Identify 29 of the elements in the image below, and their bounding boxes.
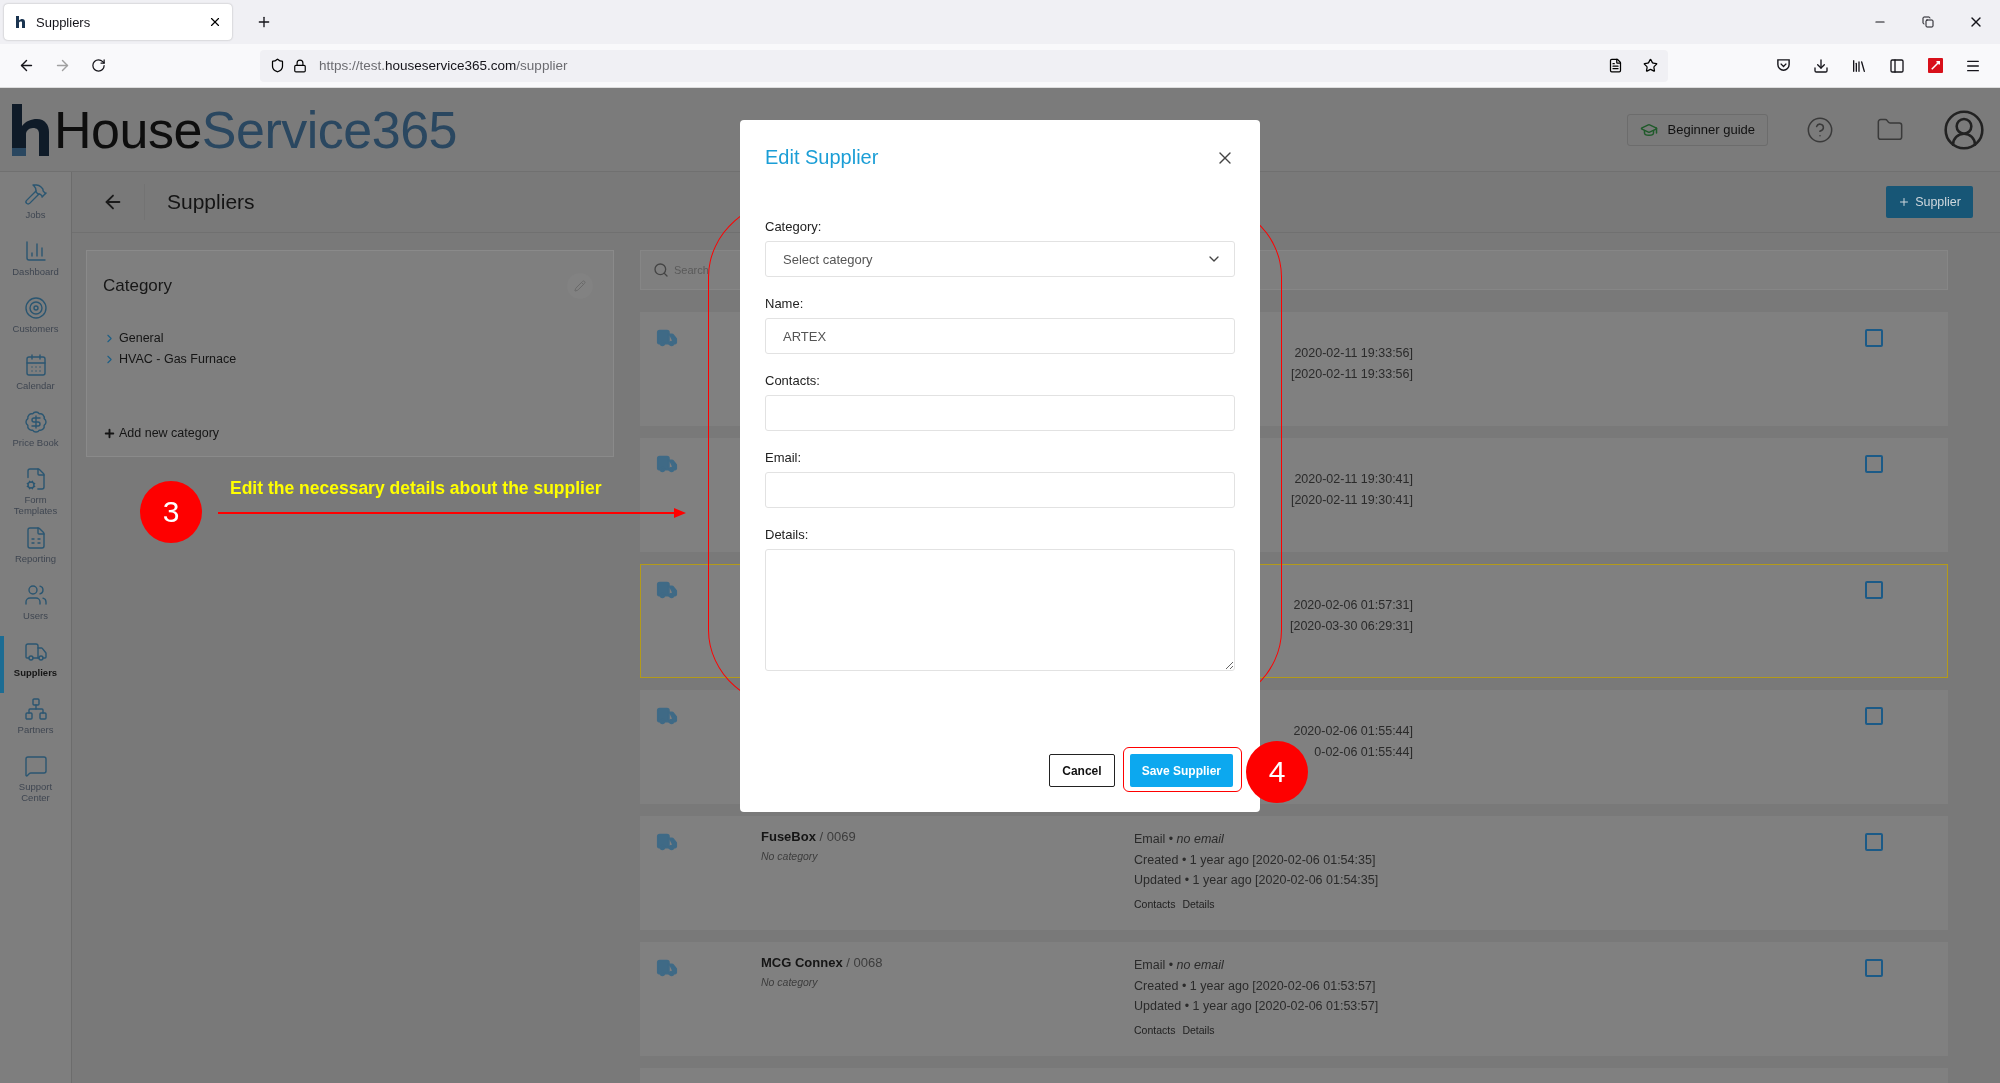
dialog-title: Edit Supplier — [765, 146, 879, 169]
field-label: Name: — [765, 296, 805, 311]
timestamp-text: [2020-03-30 06:29:31] — [1288, 617, 1413, 635]
timestamp-text: 0-02-06 01:55:44] — [1313, 743, 1413, 761]
timestamp-text: [2020-02-11 19:33:56] — [1289, 365, 1413, 383]
category-text: No category — [761, 850, 819, 862]
created-text: Created • 1 year ago [2020-02-06 01:53:57] — [1134, 977, 1376, 995]
page-title: Suppliers — [167, 190, 255, 214]
email-text: Email • no email — [1134, 831, 1224, 848]
created-text: Created • 1 year ago [2020-02-06 01:54:35] — [1134, 851, 1376, 869]
timestamp-text: 2020-02-06 01:57:31] — [1292, 597, 1413, 614]
panel-title: Category — [103, 276, 172, 296]
timestamp-text: 2020-02-06 01:55:44] — [1292, 723, 1413, 740]
category-text: No category — [761, 976, 819, 988]
updated-text: Updated • 1 year ago [2020-02-06 01:54:35] — [1134, 872, 1379, 889]
field-label: Email: — [765, 450, 803, 465]
field-label: Category: — [765, 219, 823, 234]
updated-text: Updated • 1 year ago [2020-02-06 01:53:57] — [1134, 998, 1379, 1015]
step-number: 3 — [140, 481, 202, 543]
supplier-name: MCG Connex / 0068 — [761, 955, 884, 970]
email-text: Email • no email — [1134, 957, 1224, 974]
timestamp-text: 2020-02-11 19:33:56] — [1293, 345, 1413, 362]
timestamp-text: 2020-02-11 19:30:41] — [1293, 471, 1413, 488]
field-label: Details: — [765, 527, 810, 542]
logo: HouseService365 — [10, 101, 457, 158]
timestamp-text: [2020-02-11 19:30:41] — [1289, 491, 1413, 509]
callout-text: Edit the necessary details about the supplier — [230, 478, 602, 499]
supplier-name: FuseBox / 0069 — [761, 829, 857, 844]
field-label: Contacts: — [765, 373, 821, 388]
